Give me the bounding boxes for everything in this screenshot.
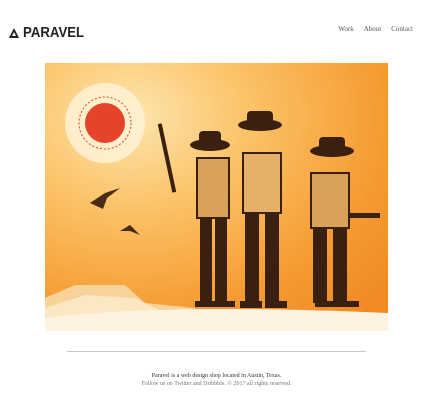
nav-about[interactable]: About	[364, 25, 382, 33]
copyright-text: . © 2017 all rights reserved.	[224, 381, 292, 387]
dribbble-link[interactable]: Dribbble	[203, 381, 224, 387]
main-nav: Work About Contact	[338, 25, 413, 33]
site-footer: Paravel is a web design shop located in …	[0, 372, 433, 388]
nav-work[interactable]: Work	[338, 25, 353, 33]
divider	[67, 351, 366, 352]
cowboys-illustration-icon	[45, 63, 388, 331]
footer-social: Follow us on Twitter and Dribbble. © 201…	[0, 380, 433, 388]
sun-icon	[65, 83, 145, 163]
follow-prefix: Follow us on	[141, 381, 173, 387]
nav-contact[interactable]: Contact	[391, 25, 413, 33]
twitter-link[interactable]: Twitter	[174, 381, 191, 387]
logo[interactable]: PARAVEL	[9, 24, 92, 41]
triangle-logo-icon	[9, 27, 19, 38]
footer-tagline: Paravel is a web design shop located in …	[151, 373, 282, 379]
site-header: PARAVEL Work About Contact	[0, 0, 433, 62]
brand-name: PARAVEL	[23, 24, 85, 41]
and-text: and	[192, 381, 202, 387]
hero-illustration	[45, 63, 388, 331]
